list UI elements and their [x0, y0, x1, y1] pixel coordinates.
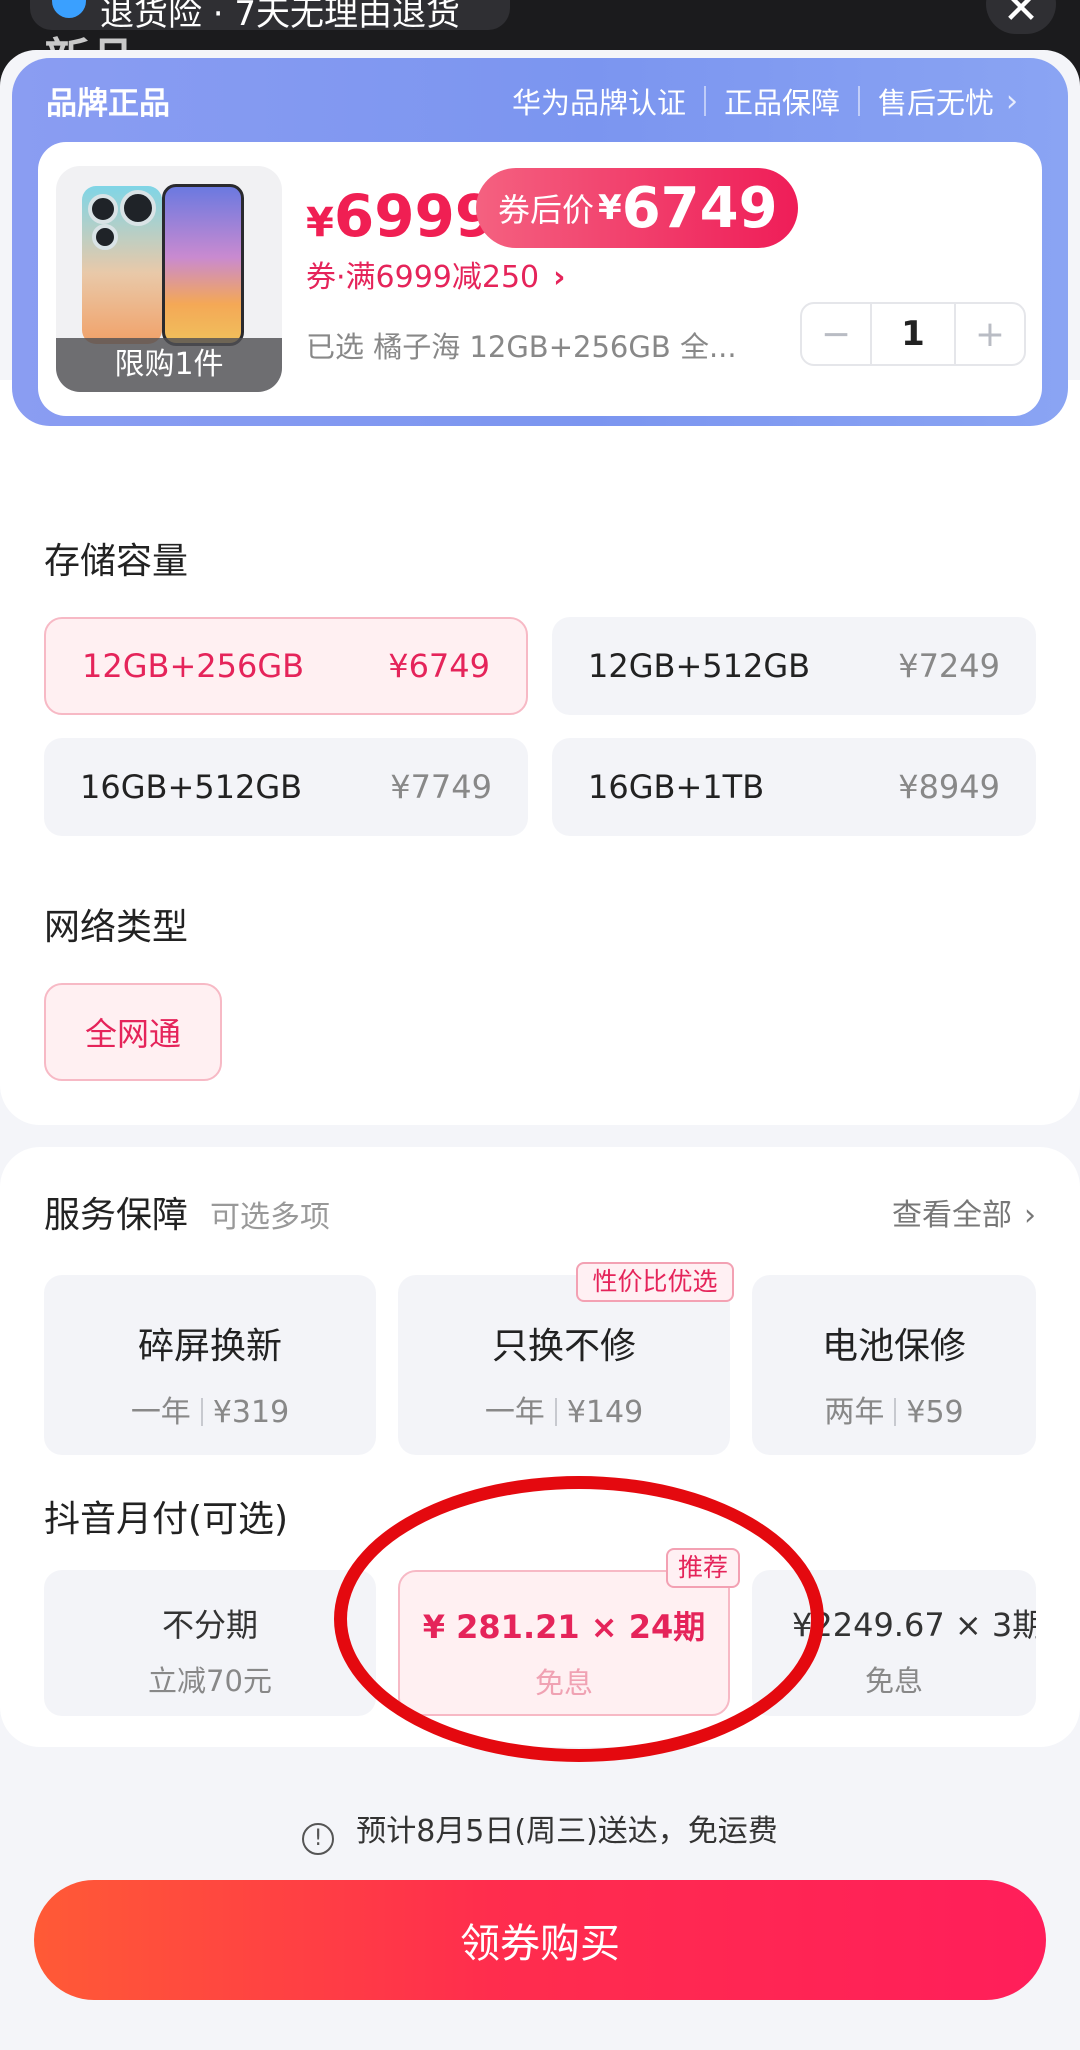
network-title: 网络类型 — [44, 907, 189, 948]
decrease-button[interactable]: − — [802, 314, 870, 355]
original-price: ¥6999 — [306, 182, 496, 250]
product-image[interactable]: 限购1件 — [56, 166, 282, 392]
network-option-all[interactable]: 全网通 — [44, 983, 222, 1081]
quantity-value[interactable]: 1 — [870, 304, 956, 364]
brand-link: 正品保障 — [723, 86, 840, 120]
service-option-replace[interactable]: 只换不修 一年 ¥149 — [398, 1275, 730, 1455]
recommend-badge: 推荐 — [666, 1548, 740, 1588]
delivery-estimate: ! 预计8月5日(周三)送达，免运费 — [0, 1806, 1080, 1855]
storage-option-label: 12GB+256GB — [82, 647, 305, 685]
chevron-right-icon: › — [1006, 83, 1018, 119]
purchase-limit-label: 限购1件 — [56, 338, 282, 392]
storage-option-16-512[interactable]: 16GB+512GB ¥7749 — [44, 738, 528, 836]
increase-button[interactable]: + — [956, 314, 1024, 355]
payment-option-3[interactable]: ¥2249.67 × 3期 免息 — [752, 1570, 1036, 1716]
info-icon: ! — [302, 1823, 335, 1855]
service-option-screen[interactable]: 碎屏换新 一年 ¥319 — [44, 1275, 376, 1455]
storage-option-price: ¥7249 — [898, 647, 1000, 685]
brand-link: 华为品牌认证 — [511, 86, 686, 120]
payment-option-full[interactable]: 不分期 立减70元 — [44, 1570, 376, 1716]
storage-option-label: 16GB+1TB — [588, 768, 765, 806]
return-policy-banner: 退货险 · 7天无理由退货 — [30, 0, 510, 30]
coupon-offer-link[interactable]: 券·满6999减250 › — [306, 252, 566, 296]
phone-front-image — [162, 184, 244, 346]
return-policy-text: 退货险 · 7天无理由退货 — [100, 0, 461, 30]
service-option-battery[interactable]: 电池保修 两年 ¥59 — [752, 1275, 1036, 1455]
storage-option-label: 12GB+512GB — [588, 647, 811, 685]
payment-option-24[interactable]: ¥ 281.21 × 24期 免息 — [398, 1570, 730, 1716]
value-pick-badge: 性价比优选 — [576, 1262, 734, 1302]
product-summary: 限购1件 ¥6999 券后价 ¥ 6749 券·满6999减250 › 已选 橘子… — [38, 142, 1042, 416]
storage-option-12-256[interactable]: 12GB+256GB ¥6749 — [44, 617, 528, 715]
buy-with-coupon-button[interactable]: 领券购买 — [34, 1880, 1046, 2000]
shield-icon — [52, 0, 86, 18]
brand-link: 售后无忧 — [877, 86, 994, 120]
payment-title: 抖音月付(可选) — [44, 1499, 289, 1540]
phone-back-image — [82, 186, 162, 344]
close-icon[interactable]: ✕ — [986, 0, 1056, 34]
after-coupon-price: 券后价 ¥ 6749 — [476, 168, 798, 248]
storage-option-label: 16GB+512GB — [80, 768, 303, 806]
quantity-stepper: − 1 + — [800, 302, 1026, 366]
storage-option-16-1tb[interactable]: 16GB+1TB ¥8949 — [552, 738, 1036, 836]
storage-option-price: ¥6749 — [388, 647, 490, 685]
brand-guarantee-links[interactable]: 华为品牌认证 正品保障 售后无忧 › — [512, 80, 1018, 122]
storage-option-price: ¥8949 — [898, 768, 1000, 806]
selected-variant: 已选 橘子海 12GB+256GB 全... — [306, 330, 737, 364]
storage-option-12-512[interactable]: 12GB+512GB ¥7249 — [552, 617, 1036, 715]
service-subtitle: 可选多项 — [210, 1200, 330, 1235]
view-all-services-link[interactable]: 查看全部 › — [892, 1190, 1036, 1234]
storage-option-price: ¥7749 — [390, 768, 492, 806]
chevron-right-icon: › — [1024, 1198, 1036, 1233]
storage-title: 存储容量 — [44, 541, 189, 582]
chevron-right-icon: › — [553, 260, 566, 295]
service-title: 服务保障 — [44, 1195, 189, 1236]
brand-title: 品牌正品 — [46, 86, 170, 122]
brand-header-card: 品牌正品 华为品牌认证 正品保障 售后无忧 › 限购1件 ¥6999 券后价 ¥… — [12, 58, 1068, 426]
